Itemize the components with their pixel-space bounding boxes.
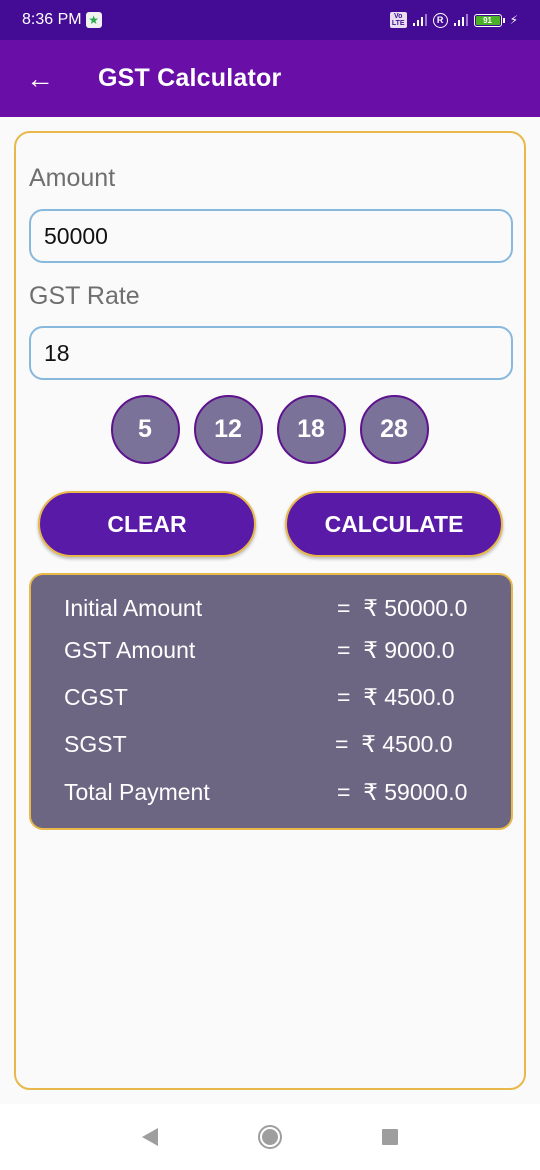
result-value: = ₹ 4500.0 [335, 731, 453, 757]
result-label: GST Amount [64, 637, 196, 663]
gst-rate-label: GST Rate [29, 282, 140, 310]
signal-icon-sim1 [412, 14, 427, 26]
system-nav-bar [0, 1104, 540, 1170]
result-label: Initial Amount [64, 595, 203, 621]
roaming-icon: R [432, 12, 448, 28]
gst-rate-input[interactable]: 18 [29, 326, 513, 380]
page-title: GST Calculator [98, 64, 282, 92]
result-value: = ₹ 50000.0 [337, 595, 468, 621]
back-arrow-icon[interactable]: ← [20, 59, 60, 99]
app-notification-icon: ★ [85, 12, 102, 28]
signal-icon-sim2 [453, 14, 468, 26]
rate-chip-12[interactable]: 12 [193, 395, 263, 464]
result-value: = ₹ 9000.0 [337, 637, 455, 663]
amount-input[interactable]: 50000 [29, 209, 513, 263]
charging-icon: ⚡ [509, 13, 518, 27]
nav-recents-icon[interactable] [382, 1129, 398, 1145]
status-time: 8:36 PM [22, 11, 82, 28]
volte-icon: Vo LTE [389, 12, 407, 28]
result-label: Total Payment [64, 779, 210, 805]
result-label: CGST [64, 684, 128, 710]
clear-button[interactable]: CLEAR [38, 491, 256, 557]
rate-chip-row: 5 12 18 28 [16, 395, 523, 464]
nav-back-icon[interactable] [142, 1128, 158, 1146]
status-time-group: 8:36 PM ★ [22, 11, 102, 29]
app-bar: ← GST Calculator [0, 40, 540, 117]
status-icons: Vo LTE R 91 ⚡ [389, 12, 518, 28]
result-panel: Initial Amount = ₹ 50000.0 GST Amount = … [29, 573, 513, 830]
result-value: = ₹ 59000.0 [337, 779, 468, 805]
rate-chip-28[interactable]: 28 [359, 395, 429, 464]
battery-icon: 91 [473, 13, 505, 27]
calculate-button[interactable]: CALCULATE [285, 491, 503, 557]
calculator-card: Amount 50000 GST Rate 18 5 12 18 28 CLEA… [14, 131, 526, 1090]
rate-chip-18[interactable]: 18 [276, 395, 346, 464]
amount-label: Amount [29, 164, 116, 192]
battery-level: 91 [475, 15, 500, 25]
result-label: SGST [64, 731, 127, 757]
result-value: = ₹ 4500.0 [337, 684, 455, 710]
rate-chip-5[interactable]: 5 [110, 395, 180, 464]
nav-home-icon[interactable] [258, 1125, 282, 1149]
status-bar: 8:36 PM ★ Vo LTE R 91 ⚡ [0, 0, 540, 40]
